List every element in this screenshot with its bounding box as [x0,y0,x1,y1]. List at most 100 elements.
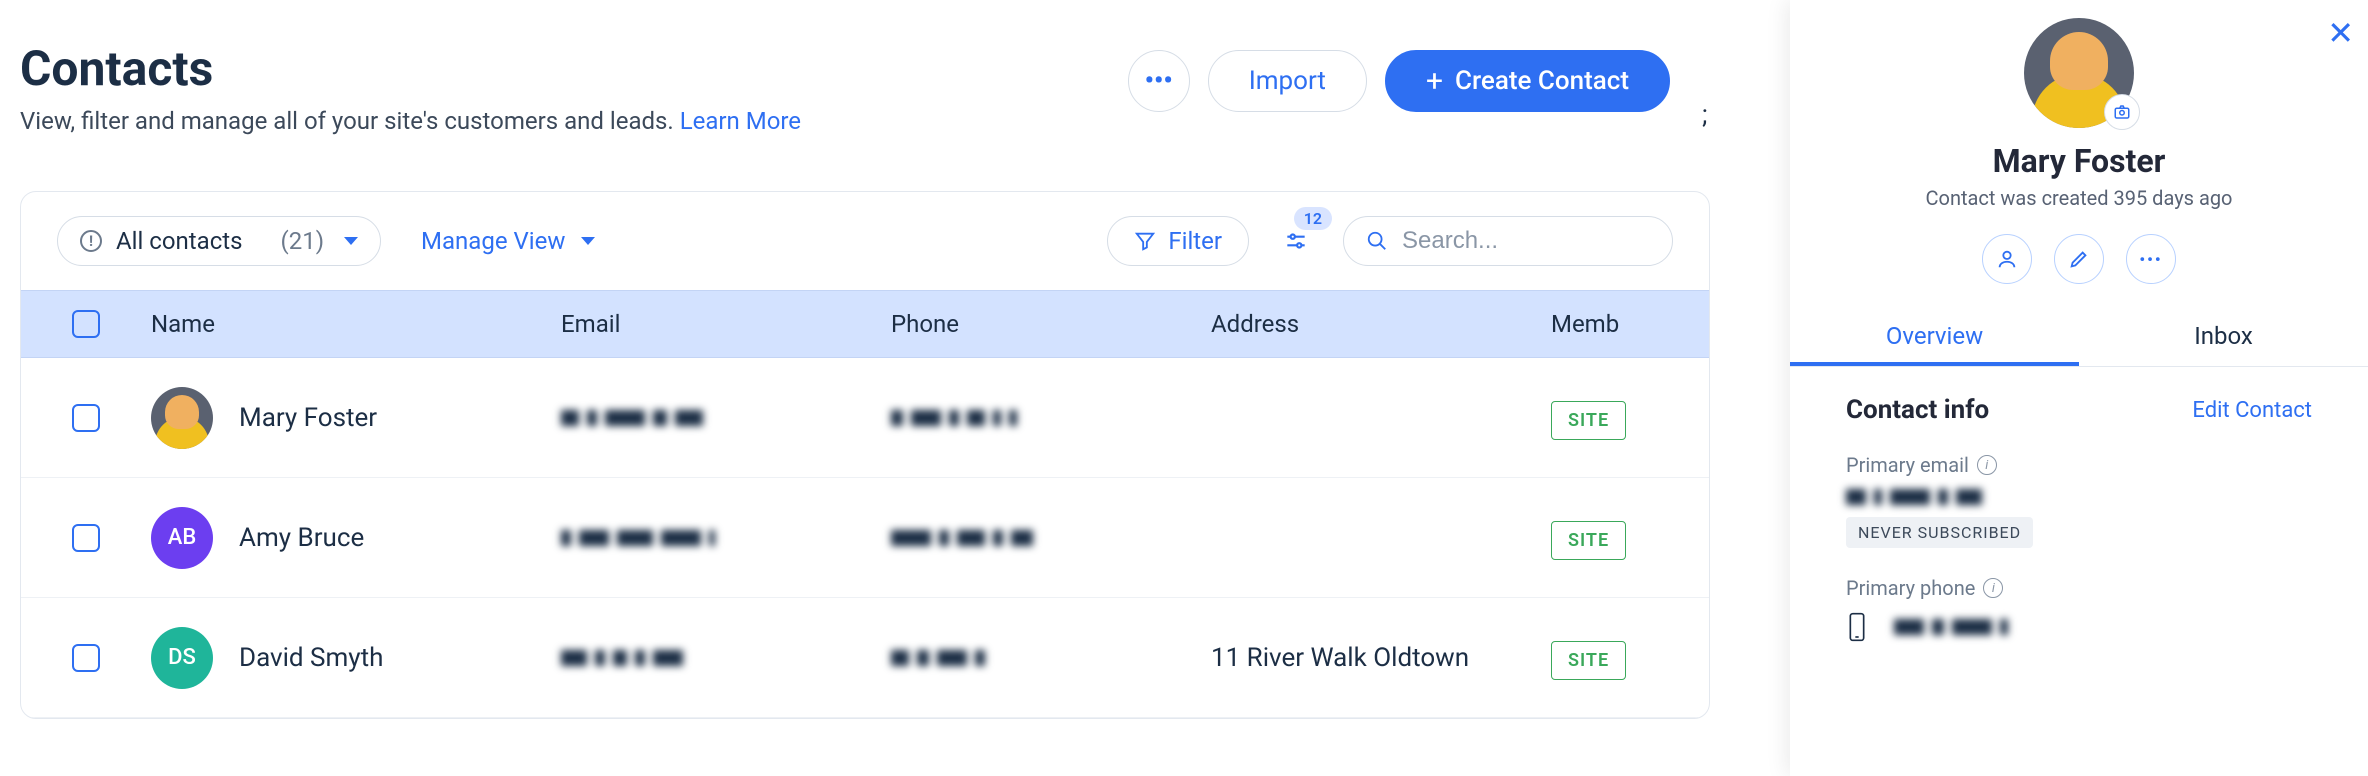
panel-contact-name: Mary Foster [1993,142,2166,180]
header-email[interactable]: Email [561,310,891,338]
primary-phone-label: Primary phone i [1846,576,2312,600]
learn-more-link[interactable]: Learn More [680,107,801,135]
page-header-left: Contacts View, filter and manage all of … [20,40,801,135]
primary-phone-row [1846,612,2312,642]
row-phone-cell [891,530,1211,546]
panel-body: Contact info Edit Contact Primary email … [1790,367,2368,642]
filter-label: Filter [1168,227,1222,255]
import-button[interactable]: Import [1208,50,1367,112]
contact-info-header: Contact info Edit Contact [1846,395,2312,425]
subtitle-text: View, filter and manage all of your site… [20,107,680,135]
info-icon[interactable]: i [1983,578,2003,598]
more-icon[interactable]: ••• [2126,234,2176,284]
header-member[interactable]: Memb [1551,310,1709,338]
row-name-cell: Mary Foster [151,387,561,449]
row-checkbox[interactable] [72,404,100,432]
row-address-cell: 11 River Walk Oldtown [1211,643,1551,673]
manage-view-link[interactable]: Manage View [421,227,595,255]
row-name: Mary Foster [239,403,377,433]
subscription-chip: NEVER SUBSCRIBED [1846,517,2033,548]
contacts-card: ! All contacts (21) Manage View Filter [20,191,1710,719]
redacted-primary-phone [1894,619,2008,635]
table-row[interactable]: Mary Foster SITE [21,358,1709,478]
create-contact-button[interactable]: Create Contact [1385,50,1670,112]
more-actions-button[interactable]: ••• [1128,50,1190,112]
row-name-cell: DS David Smyth [151,627,561,689]
row-member-cell: SITE [1551,523,1709,553]
page-subtitle: View, filter and manage all of your site… [20,107,801,135]
redacted-primary-email [1846,489,2312,505]
column-settings-button[interactable]: 12 [1273,218,1319,264]
page-header: Contacts View, filter and manage all of … [20,40,1790,135]
phone-device-icon [1846,612,1868,642]
row-checkbox-cell [21,524,151,552]
primary-phone-text: Primary phone [1846,576,1975,600]
contacts-page: Contacts View, filter and manage all of … [0,0,1790,776]
redacted-email [561,410,891,426]
header-phone[interactable]: Phone [891,310,1211,338]
table-row[interactable]: DS David Smyth 11 River Walk Oldtown SIT… [21,598,1709,718]
plus-icon [1426,64,1443,99]
redacted-phone [891,650,1211,666]
create-contact-label: Create Contact [1455,66,1629,96]
avatar [151,387,213,449]
page-title: Contacts [20,40,801,97]
select-all-checkbox[interactable] [72,310,100,338]
sliders-icon [1283,228,1309,254]
avatar: DS [151,627,213,689]
row-name: David Smyth [239,643,383,673]
import-label: Import [1249,66,1326,96]
chevron-down-icon [344,237,358,245]
close-icon[interactable]: ✕ [2327,14,2354,52]
edit-contact-link[interactable]: Edit Contact [2192,398,2312,423]
row-phone-cell [891,650,1211,666]
panel-avatar-wrap [2024,18,2134,128]
contact-info-title: Contact info [1846,395,1989,425]
filter-button[interactable]: Filter [1107,216,1249,266]
table-row[interactable]: AB Amy Bruce SITE [21,478,1709,598]
row-email-cell [561,530,891,546]
person-icon[interactable] [1982,234,2032,284]
row-member-cell: SITE [1551,403,1709,433]
tab-overview[interactable]: Overview [1790,310,2079,366]
row-name-cell: AB Amy Bruce [151,507,561,569]
header-name[interactable]: Name [151,310,561,338]
member-badge: SITE [1551,521,1626,560]
primary-email-text: Primary email [1846,453,1969,477]
row-checkbox[interactable] [72,524,100,552]
more-icon: ••• [1145,66,1173,96]
row-email-cell [561,650,891,666]
header-checkbox-cell [21,310,151,338]
row-checkbox-cell [21,404,151,432]
row-checkbox-cell [21,644,151,672]
header-address[interactable]: Address [1211,310,1551,338]
panel-tabs: Overview Inbox [1790,310,2368,367]
primary-email-label: Primary email i [1846,453,2312,477]
alert-icon: ! [80,230,102,252]
redacted-email [561,530,891,546]
member-badge: SITE [1551,641,1626,680]
card-toolbar: ! All contacts (21) Manage View Filter [21,192,1709,290]
row-email-cell [561,410,891,426]
panel-action-icons: ••• [1982,234,2176,284]
view-filter-count: (21) [281,227,325,255]
edit-icon[interactable] [2054,234,2104,284]
row-checkbox[interactable] [72,644,100,672]
search-field[interactable] [1343,216,1673,266]
camera-icon[interactable] [2104,94,2140,130]
row-name: Amy Bruce [239,523,364,553]
redacted-phone [891,530,1211,546]
view-filter-dropdown[interactable]: ! All contacts (21) [57,216,381,266]
funnel-icon [1134,230,1156,252]
tab-inbox[interactable]: Inbox [2079,310,2368,366]
info-icon[interactable]: i [1977,455,1997,475]
chevron-down-icon [581,237,595,245]
contact-detail-panel: ✕ Mary Foster Contact was created 395 da… [1790,0,2368,776]
header-actions: ••• Import Create Contact [1128,50,1670,112]
stray-char: ; [1702,100,1708,130]
search-input[interactable] [1402,227,1710,255]
view-filter-label: All contacts [116,227,243,255]
row-phone-cell [891,410,1211,426]
table-header-row: Name Email Phone Address Memb [21,290,1709,358]
avatar: AB [151,507,213,569]
